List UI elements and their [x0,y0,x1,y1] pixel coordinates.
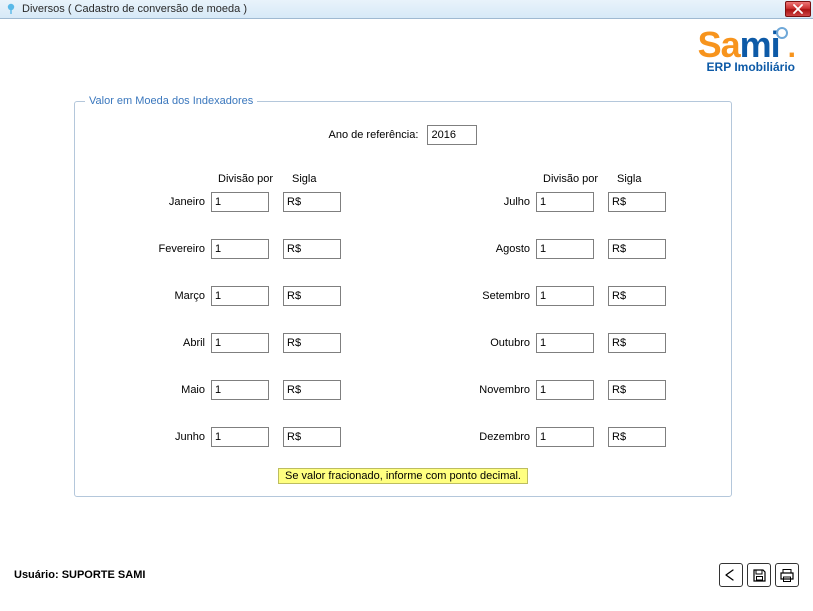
footer-user: Usuário: SUPORTE SAMI [14,569,145,581]
month-label: Setembro [403,290,536,302]
month-label: Março [75,290,211,302]
header-divisao-left: Divisão por [218,173,273,185]
month-label: Janeiro [75,196,211,208]
back-button[interactable] [719,563,743,587]
close-button[interactable] [785,1,811,17]
novembro-divisao-input[interactable] [536,380,594,400]
setembro-divisao-input[interactable] [536,286,594,306]
dezembro-sigla-input[interactable] [608,427,666,447]
titlebar: Diversos ( Cadastro de conversão de moed… [0,0,813,19]
back-icon [723,568,739,582]
user-label: Usuário: [14,569,59,581]
fevereiro-sigla-input[interactable] [283,239,341,259]
marco-divisao-input[interactable] [211,286,269,306]
month-label: Maio [75,384,211,396]
month-label: Outubro [403,337,536,349]
janeiro-sigla-input[interactable] [283,192,341,212]
user-name: SUPORTE SAMI [62,569,146,581]
month-label: Abril [75,337,211,349]
save-icon [752,568,767,583]
ano-referencia-label: Ano de referência: [329,129,419,141]
month-label: Junho [75,431,211,443]
agosto-sigla-input[interactable] [608,239,666,259]
group-legend: Valor em Moeda dos Indexadores [85,95,257,107]
header-sigla-right: Sigla [617,173,641,185]
junho-divisao-input[interactable] [211,427,269,447]
junho-sigla-input[interactable] [283,427,341,447]
window-title: Diversos ( Cadastro de conversão de moed… [22,3,247,15]
brand-subtitle: ERP Imobiliário [698,61,795,73]
outubro-sigla-input[interactable] [608,333,666,353]
dezembro-divisao-input[interactable] [536,427,594,447]
janeiro-divisao-input[interactable] [211,192,269,212]
indexadores-group: Valor em Moeda dos Indexadores Ano de re… [74,95,732,497]
agosto-divisao-input[interactable] [536,239,594,259]
month-label: Fevereiro [75,243,211,255]
abril-sigla-input[interactable] [283,333,341,353]
month-label: Julho [403,196,536,208]
save-button[interactable] [747,563,771,587]
hint-text: Se valor fracionado, informe com ponto d… [278,468,528,484]
print-button[interactable] [775,563,799,587]
print-icon [779,568,795,583]
marco-sigla-input[interactable] [283,286,341,306]
brand-logo: Sami. ERP Imobiliário [698,27,795,73]
outubro-divisao-input[interactable] [536,333,594,353]
novembro-sigla-input[interactable] [608,380,666,400]
ano-referencia-input[interactable] [427,125,477,145]
julho-sigla-input[interactable] [608,192,666,212]
abril-divisao-input[interactable] [211,333,269,353]
header-divisao-right: Divisão por [543,173,598,185]
julho-divisao-input[interactable] [536,192,594,212]
month-label: Novembro [403,384,536,396]
fevereiro-divisao-input[interactable] [211,239,269,259]
month-label: Agosto [403,243,536,255]
setembro-sigla-input[interactable] [608,286,666,306]
month-label: Dezembro [403,431,536,443]
maio-sigla-input[interactable] [283,380,341,400]
maio-divisao-input[interactable] [211,380,269,400]
app-icon [4,2,18,16]
header-sigla-left: Sigla [292,173,316,185]
